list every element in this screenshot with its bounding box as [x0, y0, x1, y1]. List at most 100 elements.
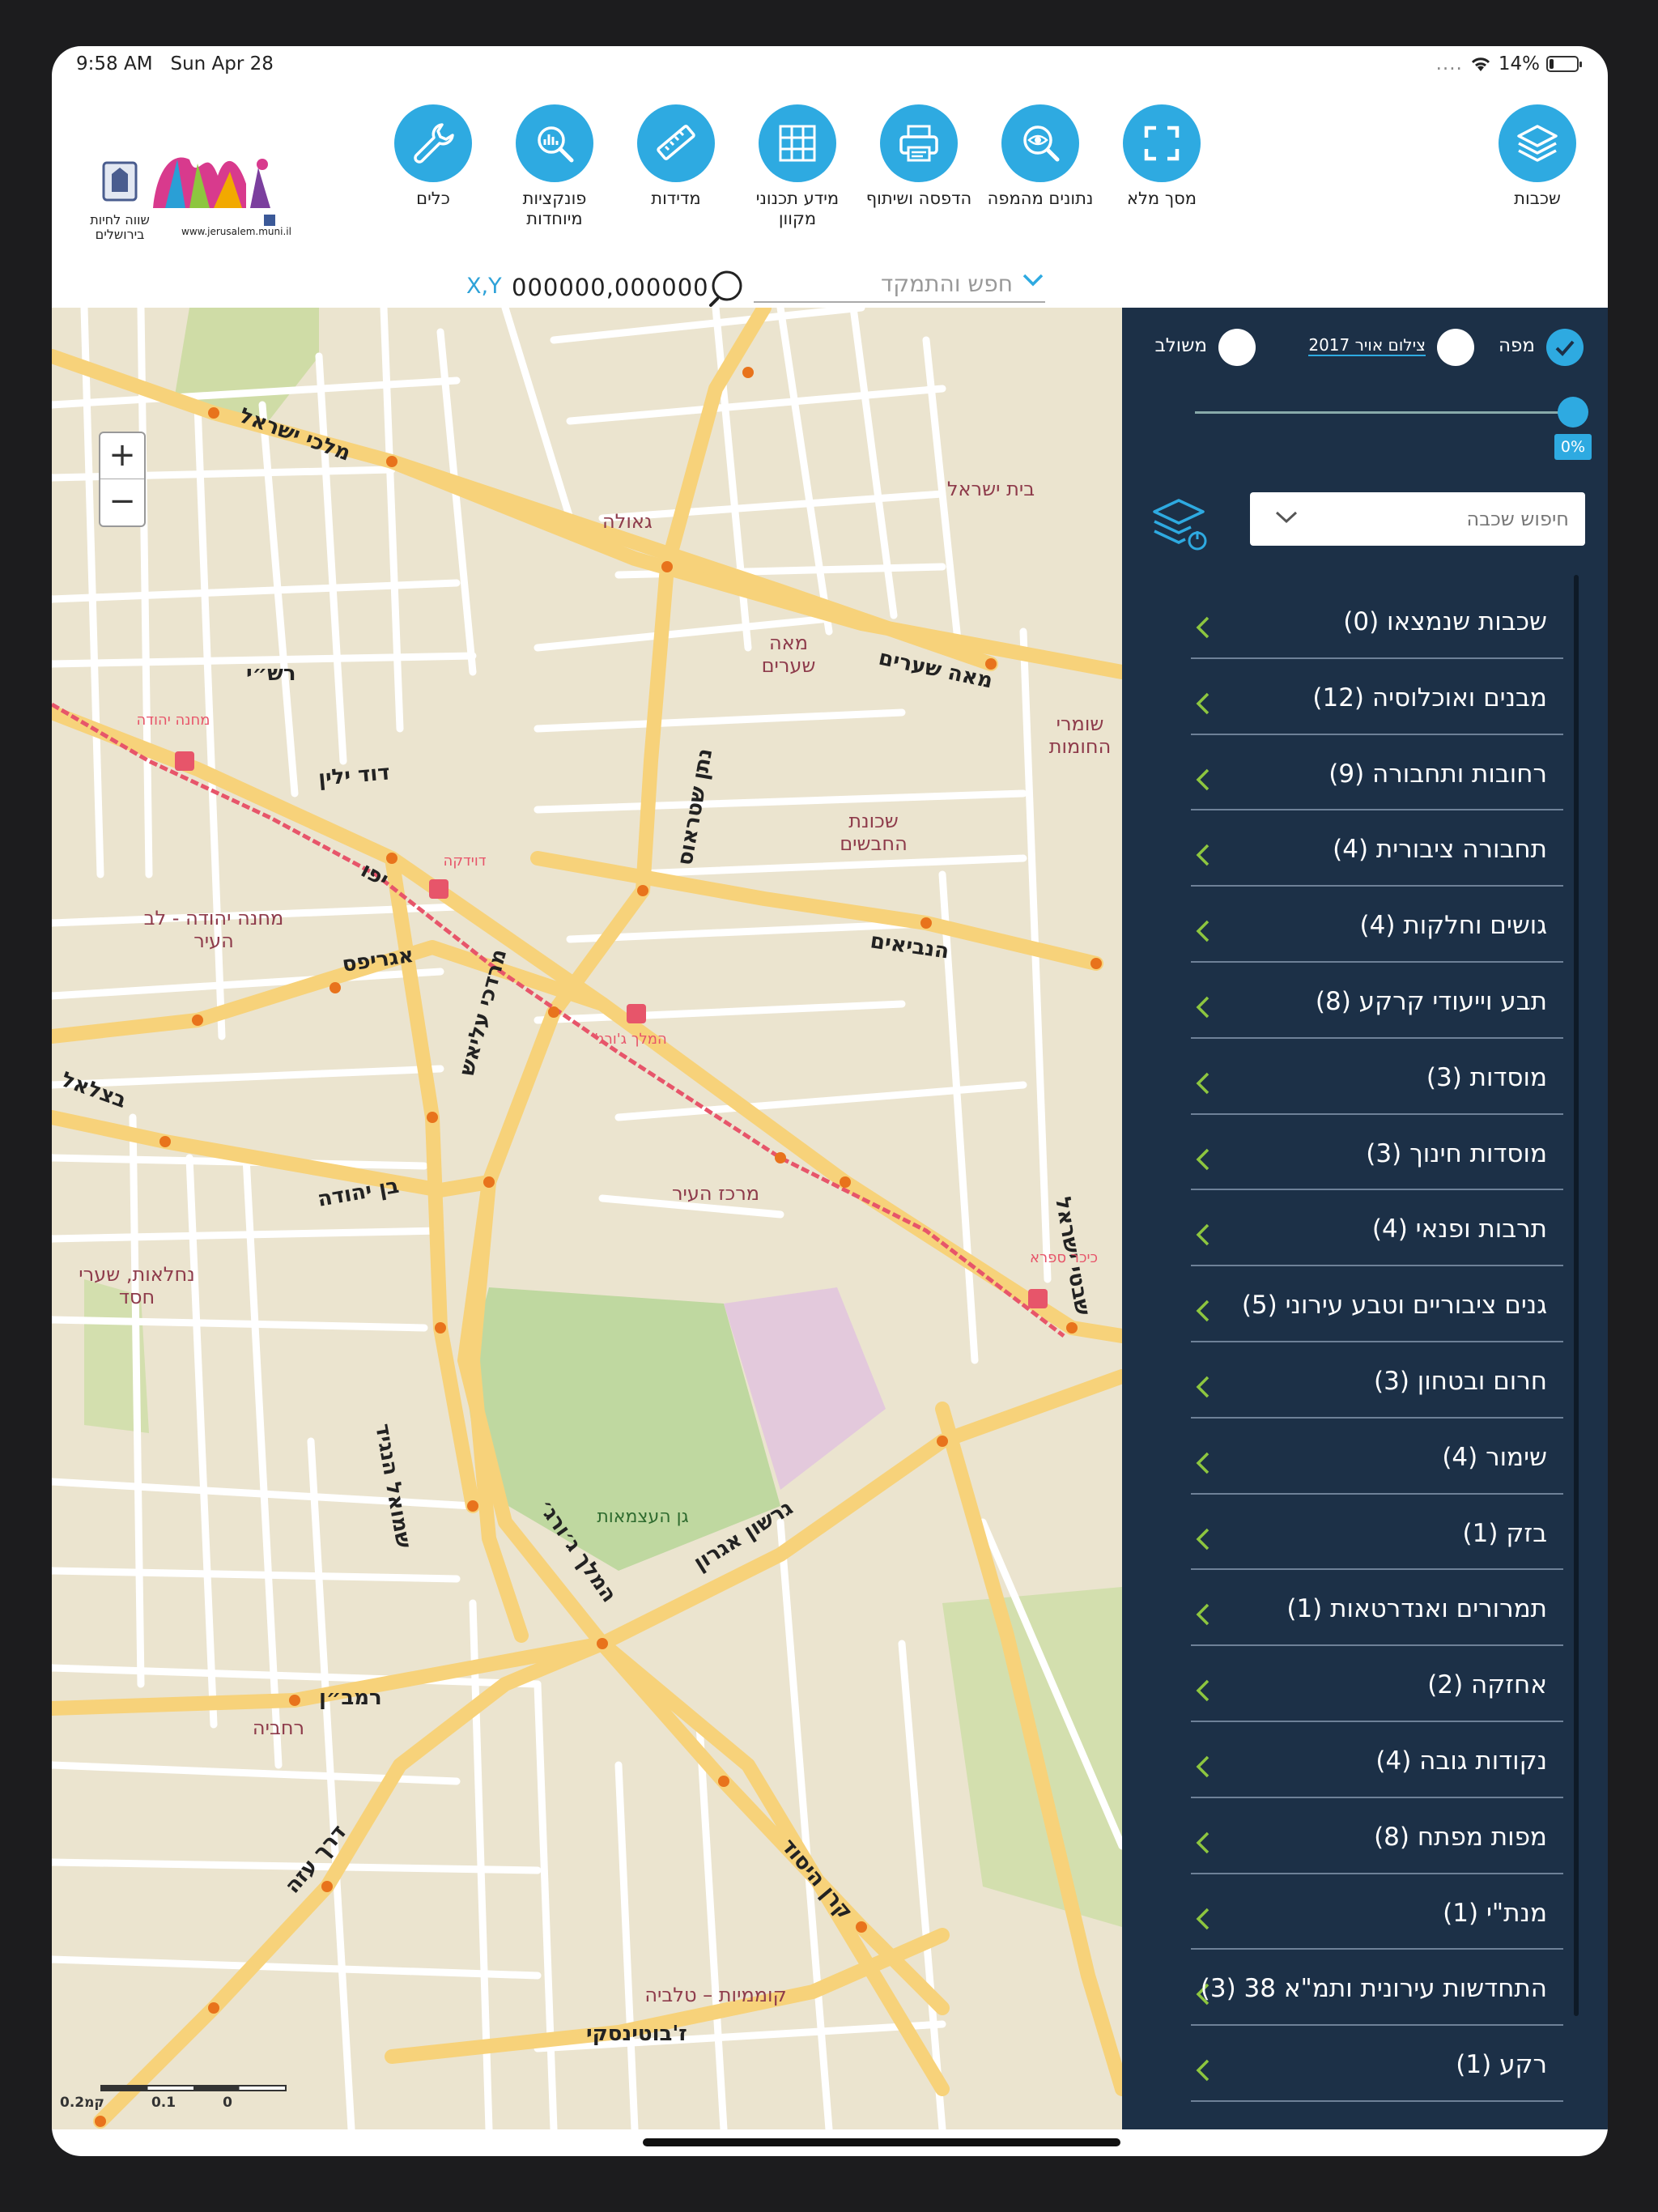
fullscreen-icon: [1123, 104, 1201, 182]
basemap-aerial-radio[interactable]: [1437, 329, 1474, 366]
place-label: שומרי החומות: [1048, 713, 1112, 758]
fullscreen-label: מסך מלא: [1126, 189, 1197, 208]
layer-group-item[interactable]: נקודות גובה (4): [1191, 1722, 1563, 1798]
opacity-slider-track[interactable]: [1195, 411, 1567, 414]
print-share-button[interactable]: הדפסה ושיתוף: [858, 104, 980, 209]
place-label: גן העצמאות: [597, 1507, 689, 1527]
zoom-out-button[interactable]: −: [100, 479, 144, 525]
measure-button[interactable]: מדידות: [615, 104, 737, 209]
chevron-left-icon[interactable]: [1194, 1299, 1212, 1323]
chevron-down-icon[interactable]: [1274, 510, 1299, 525]
layer-group-item[interactable]: מוסדות (3): [1191, 1039, 1563, 1115]
layer-group-item[interactable]: רקע (1): [1191, 2026, 1563, 2102]
tools-button[interactable]: כלים: [372, 104, 494, 209]
layer-group-item[interactable]: שכבות שנמצאו (0): [1191, 583, 1563, 659]
layer-group-item[interactable]: תרבות ופנאי (4): [1191, 1190, 1563, 1267]
chevron-left-icon[interactable]: [1194, 1678, 1212, 1703]
basemap-aerial-dropdown[interactable]: צילום אויר 2017: [1308, 335, 1426, 356]
layers-label: שכבות: [1514, 189, 1561, 208]
search-icon[interactable]: [708, 266, 750, 308]
layer-group-item[interactable]: חרום ובטחון (3): [1191, 1342, 1563, 1419]
layer-group-item[interactable]: רחובות ותחבורה (9): [1191, 735, 1563, 811]
layers-button[interactable]: שכבות: [1477, 104, 1598, 209]
status-time: 9:58 AM Sun Apr 28: [76, 53, 274, 74]
zoom-control: + −: [99, 432, 146, 527]
layer-group-item[interactable]: תמרורים ואנדרטאות (1): [1191, 1570, 1563, 1647]
chevron-left-icon[interactable]: [1194, 691, 1212, 716]
place-label: גאולה: [602, 510, 653, 533]
toolbar: שווה לחיות בירושלים www.jerusalem.muni.i…: [52, 85, 1608, 308]
chevron-left-icon[interactable]: [1194, 768, 1212, 792]
street-label: מרדכי עליאש: [455, 946, 512, 1078]
chevron-left-icon[interactable]: [1194, 843, 1212, 867]
chevron-left-icon[interactable]: [1194, 919, 1212, 943]
fullscreen-button[interactable]: מסך מלא: [1101, 104, 1222, 209]
scale-unit: קמ: [84, 2095, 104, 2111]
layer-group-item[interactable]: שימור (4): [1191, 1419, 1563, 1495]
scale-label: 0.2: [60, 2095, 85, 2111]
tram-station-label: דוידקה: [443, 853, 487, 870]
layer-group-label: רחובות ותחבורה (9): [1329, 759, 1547, 789]
layer-group-label: בזק (1): [1462, 1518, 1547, 1548]
chevron-left-icon[interactable]: [1194, 1071, 1212, 1095]
status-bar: 9:58 AM Sun Apr 28 .... 14%: [52, 46, 1608, 85]
layer-group-label: גנים ציבוריים וטבע עירוני (5): [1241, 1291, 1547, 1321]
layer-group-label: מוסדות (3): [1426, 1062, 1547, 1092]
chevron-left-icon[interactable]: [1194, 1755, 1212, 1779]
layer-group-item[interactable]: מנת"י (1): [1191, 1874, 1563, 1950]
basemap-combined-radio[interactable]: [1218, 329, 1256, 366]
layers-icon: [1499, 104, 1576, 182]
layer-group-item[interactable]: תבע וייעודי קרקע (8): [1191, 963, 1563, 1039]
chevron-left-icon[interactable]: [1194, 1451, 1212, 1475]
layer-group-item[interactable]: אחזקה (2): [1191, 1646, 1563, 1722]
layer-group-label: גושים וחלקות (4): [1359, 911, 1547, 941]
layer-group-label: חרום ובטחון (3): [1373, 1366, 1547, 1396]
layer-group-label: נקודות גובה (4): [1375, 1746, 1547, 1776]
chevron-down-icon[interactable]: [1022, 273, 1044, 287]
chevron-left-icon[interactable]: [1194, 1831, 1212, 1855]
layer-group-item[interactable]: מבנים ואוכלוסיה (12): [1191, 659, 1563, 735]
logo-text-line2: בירושלים: [95, 227, 145, 242]
layer-group-item[interactable]: גנים ציבוריים וטבע עירוני (5): [1191, 1266, 1563, 1342]
map-data-label: נתונים מהמפה: [987, 189, 1094, 208]
chevron-left-icon[interactable]: [1194, 995, 1212, 1019]
basemap-map-radio[interactable]: [1546, 329, 1584, 366]
street-label: קרן היסוד: [776, 1834, 857, 1924]
home-indicator[interactable]: [643, 2138, 1120, 2146]
layer-group-item[interactable]: גושים וחלקות (4): [1191, 887, 1563, 963]
special-functions-button[interactable]: פונקציות מיוחדות: [494, 104, 615, 229]
road-aza: [93, 1636, 610, 2129]
chevron-left-icon[interactable]: [1194, 1223, 1212, 1247]
date-text: Sun Apr 28: [170, 53, 274, 74]
opacity-slider-handle[interactable]: [1558, 397, 1588, 428]
layer-group-item[interactable]: בזק (1): [1191, 1495, 1563, 1571]
chevron-left-icon[interactable]: [1194, 1907, 1212, 1931]
map-canvas[interactable]: מלכי ישראל מאה שערים הנביאים יפו אגריפס …: [52, 308, 1122, 2129]
planning-info-button[interactable]: מידע תכנוני מקוון: [737, 104, 858, 229]
map-view[interactable]: מלכי ישראל מאה שערים הנביאים יפו אגריפס …: [52, 308, 1122, 2129]
magnifier-eye-icon: [1001, 104, 1079, 182]
scale-bar: קמ0.2 0.1 0: [60, 2085, 287, 2111]
layer-group-item[interactable]: תחבורה ציבורית (4): [1191, 810, 1563, 887]
search-input[interactable]: חפש והתמקד: [754, 266, 1045, 303]
chevron-left-icon[interactable]: [1194, 615, 1212, 640]
layer-search-input[interactable]: חיפוש שכבה: [1250, 492, 1585, 546]
layer-group-item[interactable]: מוסדות חינוך (3): [1191, 1115, 1563, 1191]
zoom-in-button[interactable]: +: [100, 433, 144, 479]
signal-dots: ....: [1435, 53, 1463, 74]
map-data-button[interactable]: נתונים מהמפה: [980, 104, 1101, 209]
chevron-left-icon[interactable]: [1194, 1527, 1212, 1551]
chevron-left-icon[interactable]: [1194, 1375, 1212, 1399]
layer-group-item[interactable]: התחדשות עירונית ותמ"א 38 (3): [1191, 1950, 1563, 2027]
layers-power-icon[interactable]: [1146, 492, 1211, 557]
measure-label: מדידות: [651, 189, 701, 208]
chevron-left-icon[interactable]: [1194, 2058, 1212, 2082]
chevron-left-icon[interactable]: [1194, 1147, 1212, 1172]
battery-percent: 14%: [1498, 53, 1540, 74]
chevron-left-icon[interactable]: [1194, 1602, 1212, 1627]
street-label: ז'בוטינסקי: [586, 2022, 687, 2046]
printer-icon: [880, 104, 958, 182]
panel-scrollbar[interactable]: [1574, 575, 1579, 2016]
layer-group-item[interactable]: מפות מפתח (8): [1191, 1798, 1563, 1874]
tram-station-label: מחנה יהודה: [136, 712, 210, 729]
